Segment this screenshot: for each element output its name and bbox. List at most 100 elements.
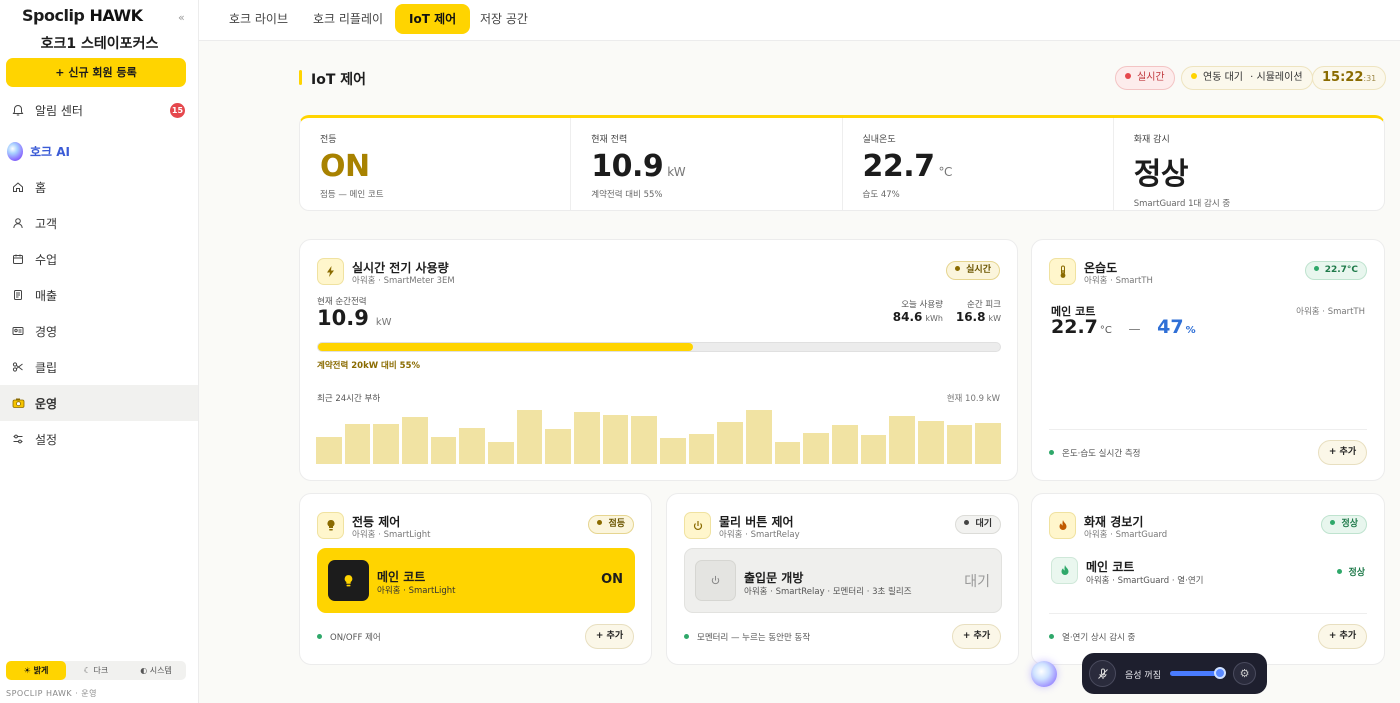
tab-storage[interactable]: 저장 공간 — [466, 4, 542, 34]
sidebar-item-customers[interactable]: 고객 — [0, 205, 198, 241]
camera-icon — [10, 395, 26, 411]
relay-add-button[interactable]: + 추가 — [952, 624, 1001, 649]
volume-fill — [1170, 671, 1220, 676]
flame-icon — [1049, 512, 1076, 539]
door-open-button[interactable]: 출입문 개방 아워홈 · SmartRelay · 모멘터리 · 3초 릴리즈 … — [684, 548, 1002, 613]
sidebar-item-home[interactable]: 홈 — [0, 169, 198, 205]
calendar-icon — [10, 251, 26, 267]
fire-add-button[interactable]: + 추가 — [1318, 624, 1367, 649]
main-court-light-toggle[interactable]: 메인 코트 아워홈 · SmartLight ON — [317, 548, 635, 613]
relay-footer: 모멘터리 — 누르는 동안만 동작 — [684, 631, 810, 643]
sliders-icon — [10, 431, 26, 447]
today-usage-label: 오늘 사용량 — [901, 300, 943, 310]
climate-status-badge: 22.7°C — [1304, 261, 1367, 280]
sidebar-item-classes[interactable]: 수업 — [0, 241, 198, 277]
load-bar — [889, 415, 916, 464]
theme-light-button[interactable]: ☀ 밝게 — [6, 661, 66, 680]
today-usage-value: 84.6 kWh — [892, 310, 943, 324]
alert-count-badge: 15 — [170, 103, 185, 118]
sidebar-item-label: 홈 — [35, 180, 47, 195]
climate-footer: 온도·습도 실시간 측정 — [1049, 447, 1141, 459]
load-bar — [631, 415, 658, 464]
stat-power: 현재 전력 10.9 kW 계약전력 대비 55% — [571, 118, 843, 210]
sidebar-item-clips[interactable]: 클립 — [0, 349, 198, 385]
tab-hawk-replay[interactable]: 호크 리플레이 — [299, 4, 397, 34]
power-status-badge: 실시간 — [946, 261, 1000, 280]
climate-add-button[interactable]: + 추가 — [1318, 440, 1367, 465]
sidebar-item-label: 고객 — [35, 216, 58, 231]
home-icon — [10, 179, 26, 195]
tab-iot-control[interactable]: IoT 제어 — [395, 4, 471, 34]
load-chart-current: 현재 10.9 kW — [946, 394, 1000, 404]
collapse-sidebar-icon[interactable]: « — [178, 11, 185, 24]
person-icon — [10, 215, 26, 231]
load-bar — [574, 411, 600, 464]
load-bar — [488, 441, 514, 464]
sidebar-item-sales[interactable]: 매출 — [0, 277, 198, 313]
load-bar — [860, 435, 887, 464]
load-bar — [516, 409, 543, 464]
load-bar — [545, 429, 572, 464]
load-bar — [430, 436, 457, 464]
progress-fill — [318, 343, 694, 351]
logo[interactable]: Spoclip HAWK — [22, 6, 143, 25]
clock: 15:22:31 — [1312, 66, 1387, 90]
fire-card-device: 아워홈 · SmartGuard — [1084, 530, 1168, 540]
power-icon — [684, 512, 711, 539]
voice-status-label: 음성 꺼짐 — [1125, 671, 1161, 681]
load-bar — [975, 423, 1002, 464]
volume-knob[interactable] — [1213, 667, 1226, 679]
theme-dark-button[interactable]: ☾ 다크 — [66, 661, 126, 680]
floating-ai-button[interactable] — [1031, 661, 1057, 687]
relay-power-icon — [695, 560, 736, 601]
logo-text-a: Spoclip — [22, 6, 85, 25]
current-power-value: 10.9 kW — [317, 306, 392, 330]
sim-dot-icon — [1191, 73, 1197, 79]
relay-control-card: 물리 버튼 제어 아워홈 · SmartRelay 대기 출입문 개방 아워홈 … — [666, 493, 1019, 665]
relay-state: 대기 — [964, 574, 990, 590]
gear-icon: ⚙ — [1239, 667, 1250, 680]
sidebar-item-settings[interactable]: 설정 — [0, 421, 198, 457]
climate-readings: 22.7 °C — 47% — [1051, 316, 1196, 338]
light-add-button[interactable]: + 추가 — [585, 624, 634, 649]
lightning-icon — [317, 258, 344, 285]
sidebar-item-management[interactable]: 경영 — [0, 313, 198, 349]
stat-fire: 화재 감시 정상 SmartGuard 1대 감시 중 — [1133, 135, 1231, 209]
climate-device: 아워홈 · SmartTH — [1296, 307, 1365, 317]
load-bar — [746, 409, 772, 464]
peak-value: 16.8 kW — [955, 310, 1001, 324]
summary-stats: 전등 ON 점등 — 메인 코트 현재 전력 10.9 kW 계약전력 대비 55… — [299, 115, 1385, 211]
load-bar — [803, 433, 830, 464]
receipt-icon — [10, 287, 26, 303]
sidebar-item-operations[interactable]: 운영 — [0, 385, 198, 421]
tab-hawk-live[interactable]: 호크 라이브 — [215, 4, 302, 34]
sidebar-item-label: 경영 — [35, 324, 58, 339]
voice-settings-button[interactable]: ⚙ — [1233, 662, 1256, 685]
load-chart-title: 최근 24시간 부하 — [317, 394, 381, 404]
light-card-device: 아워홈 · SmartLight — [352, 530, 431, 540]
sidebar-item-label: 수업 — [35, 252, 58, 267]
sidebar-item-alerts[interactable]: 알림 센터 15 — [0, 92, 198, 128]
sim-status-pill: 연동 대기 · 시뮬레이션 — [1181, 66, 1313, 90]
theme-system-button[interactable]: ◐ 시스템 — [126, 661, 186, 680]
thermometer-icon — [1049, 258, 1076, 285]
climate-card: 온습도 아워홈 · SmartTH 22.7°C 메인 코트 아워홈 · Sma… — [1031, 239, 1385, 481]
new-member-button[interactable]: + 신규 회원 등록 — [6, 58, 186, 87]
power-card-device: 아워홈 · SmartMeter 3EM — [352, 276, 455, 286]
sidebar-footer: SPOCLIP HAWK · 운영 — [6, 689, 98, 698]
hourly-load-bars — [316, 406, 1002, 464]
sidebar: Spoclip HAWK « 호크1 스테이포커스 + 신규 회원 등록 알림 … — [0, 0, 199, 703]
sidebar-item-label: 호크 AI — [30, 144, 71, 159]
load-bar — [918, 421, 944, 464]
top-tab-bar: 호크 라이브 호크 리플레이 IoT 제어 저장 공간 — [199, 0, 1400, 41]
load-bar — [344, 424, 371, 464]
fire-footer: 열·연기 상시 감시 중 — [1049, 631, 1135, 643]
store-name[interactable]: 호크1 스테이포커스 — [0, 33, 199, 53]
theme-switcher: ☀ 밝게 ☾ 다크 ◐ 시스템 — [6, 661, 186, 680]
load-bar — [660, 437, 686, 464]
relay-device: 아워홈 · SmartRelay · 모멘터리 · 3초 릴리즈 — [744, 587, 912, 597]
bulb-on-icon — [328, 560, 369, 601]
sidebar-item-hawk-ai[interactable]: 호크 AI — [0, 133, 198, 169]
mic-off-button[interactable] — [1089, 660, 1116, 687]
sidebar-item-label: 클립 — [35, 360, 58, 375]
